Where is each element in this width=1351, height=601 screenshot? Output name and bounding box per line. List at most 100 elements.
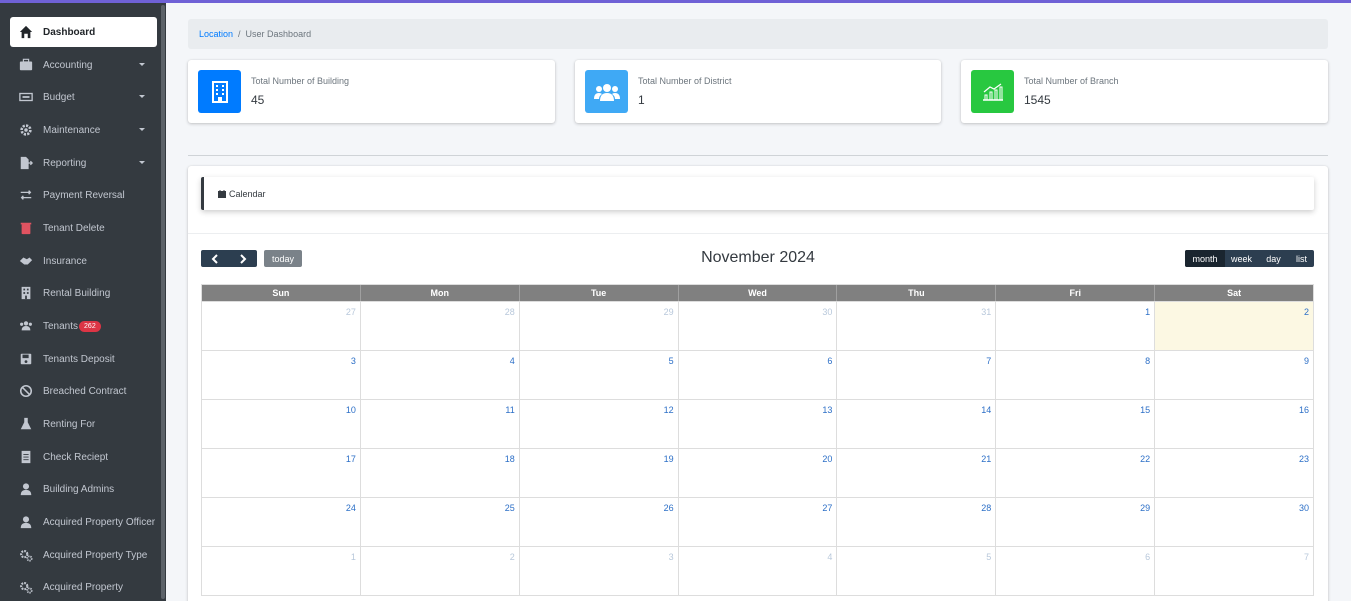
- calendar-day-cell[interactable]: 24: [202, 498, 361, 546]
- calendar-day-cell[interactable]: 27: [679, 498, 838, 546]
- calendar-day-cell[interactable]: 29: [996, 498, 1156, 546]
- calendar-day-cell[interactable]: 8: [996, 351, 1156, 399]
- sidebar-item-payment-reversal[interactable]: Payment Reversal: [10, 180, 157, 210]
- day-number[interactable]: 6: [827, 356, 832, 366]
- day-number[interactable]: 8: [1145, 356, 1150, 366]
- day-number[interactable]: 16: [1299, 405, 1309, 415]
- day-number[interactable]: 22: [1140, 454, 1150, 464]
- sidebar-item-acquired-property[interactable]: Acquired Property: [10, 572, 157, 601]
- day-number[interactable]: 3: [669, 552, 674, 562]
- sidebar-item-accounting[interactable]: Accounting: [10, 50, 157, 80]
- sidebar-item-reporting[interactable]: Reporting: [10, 148, 157, 178]
- breadcrumb-link-location[interactable]: Location: [199, 29, 233, 39]
- calendar-day-cell[interactable]: 3: [520, 547, 679, 595]
- day-number[interactable]: 1: [351, 552, 356, 562]
- sidebar-item-acquired-property-officer[interactable]: Acquired Property Officer: [10, 507, 157, 537]
- day-number[interactable]: 5: [669, 356, 674, 366]
- view-month-button[interactable]: month: [1185, 250, 1225, 267]
- calendar-day-cell[interactable]: 6: [679, 351, 838, 399]
- calendar-day-cell[interactable]: 5: [520, 351, 679, 399]
- calendar-day-cell[interactable]: 26: [520, 498, 679, 546]
- day-number[interactable]: 2: [1304, 307, 1309, 317]
- day-number[interactable]: 12: [664, 405, 674, 415]
- day-number[interactable]: 25: [505, 503, 515, 513]
- calendar-day-cell[interactable]: 31: [837, 302, 997, 350]
- calendar-day-cell[interactable]: 4: [361, 351, 520, 399]
- calendar-day-cell[interactable]: 2: [361, 547, 520, 595]
- day-number[interactable]: 19: [664, 454, 674, 464]
- calendar-day-cell[interactable]: 10: [202, 400, 361, 448]
- day-number[interactable]: 29: [664, 307, 674, 317]
- view-day-button[interactable]: day: [1258, 250, 1289, 267]
- sidebar-item-breached-contract[interactable]: Breached Contract: [10, 376, 157, 406]
- view-list-button[interactable]: list: [1289, 250, 1314, 267]
- calendar-day-cell[interactable]: 27: [202, 302, 361, 350]
- calendar-day-cell[interactable]: 28: [361, 302, 520, 350]
- sidebar-item-tenants[interactable]: Tenants 262: [10, 311, 157, 341]
- calendar-day-cell[interactable]: 1: [996, 302, 1156, 350]
- day-number[interactable]: 21: [981, 454, 991, 464]
- day-number[interactable]: 27: [346, 307, 356, 317]
- day-number[interactable]: 3: [351, 356, 356, 366]
- day-number[interactable]: 24: [346, 503, 356, 513]
- day-number[interactable]: 5: [986, 552, 991, 562]
- calendar-day-cell[interactable]: 7: [837, 351, 997, 399]
- sidebar-item-insurance[interactable]: Insurance: [10, 246, 157, 276]
- sidebar-scrollbar[interactable]: [161, 5, 165, 599]
- sidebar-item-renting-for[interactable]: Renting For: [10, 409, 157, 439]
- day-number[interactable]: 17: [346, 454, 356, 464]
- day-number[interactable]: 4: [827, 552, 832, 562]
- day-number[interactable]: 6: [1145, 552, 1150, 562]
- day-number[interactable]: 20: [822, 454, 832, 464]
- calendar-day-cell[interactable]: 19: [520, 449, 679, 497]
- calendar-day-cell[interactable]: 6: [996, 547, 1156, 595]
- day-number[interactable]: 1: [1145, 307, 1150, 317]
- calendar-day-today[interactable]: 2: [1155, 302, 1314, 350]
- calendar-day-cell[interactable]: 3: [202, 351, 361, 399]
- day-number[interactable]: 11: [505, 405, 514, 415]
- calendar-day-cell[interactable]: 12: [520, 400, 679, 448]
- calendar-day-cell[interactable]: 5: [837, 547, 997, 595]
- calendar-day-cell[interactable]: 7: [1155, 547, 1313, 595]
- day-number[interactable]: 13: [822, 405, 832, 415]
- day-number[interactable]: 9: [1304, 356, 1309, 366]
- calendar-day-cell[interactable]: 15: [996, 400, 1156, 448]
- calendar-day-cell[interactable]: 30: [679, 302, 838, 350]
- calendar-day-cell[interactable]: 16: [1155, 400, 1313, 448]
- day-number[interactable]: 30: [822, 307, 832, 317]
- view-week-button[interactable]: week: [1225, 250, 1258, 267]
- calendar-day-cell[interactable]: 20: [679, 449, 838, 497]
- sidebar-item-dashboard[interactable]: Dashboard: [10, 17, 157, 47]
- calendar-day-cell[interactable]: 28: [837, 498, 997, 546]
- day-number[interactable]: 4: [510, 356, 515, 366]
- calendar-day-cell[interactable]: 11: [361, 400, 520, 448]
- sidebar-item-maintenance[interactable]: Maintenance: [10, 115, 157, 145]
- calendar-day-cell[interactable]: 25: [361, 498, 520, 546]
- day-number[interactable]: 29: [1140, 503, 1150, 513]
- sidebar-item-tenant-delete[interactable]: Tenant Delete: [10, 213, 157, 243]
- day-number[interactable]: 7: [1304, 552, 1309, 562]
- day-number[interactable]: 7: [986, 356, 991, 366]
- day-number[interactable]: 23: [1299, 454, 1309, 464]
- day-number[interactable]: 28: [981, 503, 991, 513]
- day-number[interactable]: 2: [510, 552, 515, 562]
- calendar-day-cell[interactable]: 18: [361, 449, 520, 497]
- sidebar-item-check-reciept[interactable]: Check Reciept: [10, 442, 157, 472]
- day-number[interactable]: 10: [346, 405, 356, 415]
- sidebar-item-building-admins[interactable]: Building Admins: [10, 474, 157, 504]
- calendar-day-cell[interactable]: 4: [679, 547, 838, 595]
- sidebar-item-tenants-deposit[interactable]: Tenants Deposit: [10, 344, 157, 374]
- sidebar-item-rental-building[interactable]: Rental Building: [10, 278, 157, 308]
- calendar-day-cell[interactable]: 23: [1155, 449, 1313, 497]
- day-number[interactable]: 28: [505, 307, 515, 317]
- calendar-day-cell[interactable]: 30: [1155, 498, 1313, 546]
- sidebar-item-acquired-property-type[interactable]: Acquired Property Type: [10, 540, 157, 570]
- day-number[interactable]: 27: [822, 503, 832, 513]
- calendar-day-cell[interactable]: 29: [520, 302, 679, 350]
- calendar-day-cell[interactable]: 9: [1155, 351, 1313, 399]
- calendar-day-cell[interactable]: 1: [202, 547, 361, 595]
- calendar-day-cell[interactable]: 13: [679, 400, 838, 448]
- day-number[interactable]: 31: [981, 307, 991, 317]
- calendar-day-cell[interactable]: 14: [837, 400, 997, 448]
- calendar-day-cell[interactable]: 22: [996, 449, 1156, 497]
